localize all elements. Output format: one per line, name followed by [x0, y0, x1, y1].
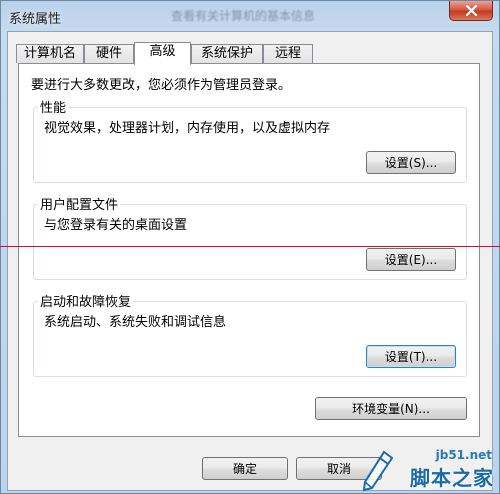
environment-variables-button[interactable]: 环境变量(N)... [315, 397, 467, 420]
tab-advanced[interactable]: 高级 [134, 42, 191, 65]
site-watermark: jb51.net 脚本之家 [360, 448, 496, 492]
startup-recovery-group: 启动和故障恢复 系统启动、系统失败和调试信息 设置(T)... [33, 291, 467, 377]
watermark-brand: 脚本之家 [410, 466, 494, 490]
tab-label: 计算机名 [23, 46, 76, 61]
dialog-body: 计算机名 硬件 高级 系统保护 远程 要进行大多数更改，您必须作为管理员登录。 … [7, 31, 493, 491]
pen-logo-icon [362, 450, 394, 492]
user-profiles-description: 与您登录有关的桌面设置 [44, 218, 188, 233]
tab-label: 远程 [274, 46, 301, 61]
close-icon [465, 5, 477, 16]
performance-title: 性能 [38, 97, 69, 116]
performance-settings-button[interactable]: 设置(S)... [366, 151, 456, 174]
background-window-title: 查看有关计算机的基本信息 [171, 9, 316, 23]
user-profiles-title: 用户配置文件 [38, 194, 121, 213]
startup-recovery-description: 系统启动、系统失败和调试信息 [44, 315, 227, 330]
tab-remote[interactable]: 远程 [263, 44, 313, 63]
tab-label: 高级 [149, 44, 176, 59]
tab-hardware[interactable]: 硬件 [84, 44, 134, 63]
admin-note: 要进行大多数更改，您必须作为管理员登录。 [31, 78, 292, 93]
advanced-tab-panel: 要进行大多数更改，您必须作为管理员登录。 性能 视觉效果，处理器计划，内存使用，… [18, 63, 480, 437]
watermark-site: jb51.net [435, 448, 492, 462]
performance-group: 性能 视觉效果，处理器计划，内存使用，以及虚拟内存 设置(S)... [33, 97, 467, 183]
tab-computer-name[interactable]: 计算机名 [16, 44, 84, 63]
title-bar[interactable]: 系统属性 查看有关计算机的基本信息 [1, 1, 499, 31]
startup-recovery-title: 启动和故障恢复 [38, 291, 134, 310]
performance-description: 视觉效果，处理器计划，内存使用，以及虚拟内存 [44, 121, 331, 136]
user-profiles-settings-button[interactable]: 设置(E)... [366, 248, 456, 271]
annotation-red-line [0, 246, 500, 247]
ok-button[interactable]: 确定 [202, 457, 288, 480]
close-button[interactable] [449, 1, 493, 21]
tab-label: 硬件 [95, 46, 122, 61]
system-properties-window: 系统属性 查看有关计算机的基本信息 计算机名 硬件 高级 系统保护 远程 要进行… [0, 0, 500, 494]
tab-system-protection[interactable]: 系统保护 [191, 44, 263, 63]
window-title: 系统属性 [9, 12, 62, 27]
startup-recovery-settings-button[interactable]: 设置(T)... [366, 345, 456, 368]
user-profiles-group: 用户配置文件 与您登录有关的桌面设置 设置(E)... [33, 194, 467, 280]
tab-label: 系统保护 [200, 46, 253, 61]
